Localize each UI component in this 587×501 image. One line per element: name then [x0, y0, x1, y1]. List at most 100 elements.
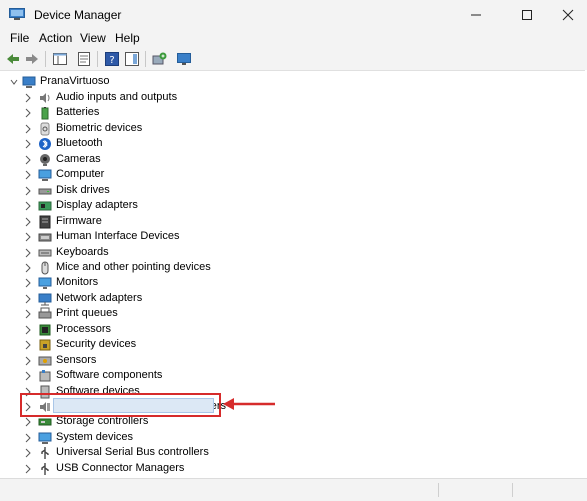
- chevron-right-icon[interactable]: [24, 294, 32, 304]
- tree-item-row[interactable]: Sensors: [0, 353, 585, 369]
- tree-item-row[interactable]: Firmware: [0, 214, 585, 230]
- tree-item-row[interactable]: Mice and other pointing devices: [0, 260, 585, 276]
- menu-action[interactable]: Action: [39, 31, 72, 45]
- tree-item-label: Processors: [56, 322, 112, 335]
- menu-file[interactable]: File: [10, 31, 29, 45]
- chevron-right-icon[interactable]: [24, 448, 32, 458]
- forward-arrow-icon[interactable]: [24, 51, 40, 67]
- tree-item-row[interactable]: Network adapters: [0, 291, 585, 307]
- chevron-down-icon[interactable]: [9, 77, 19, 87]
- tree-item-row[interactable]: Display adapters: [0, 198, 585, 214]
- device-tree: PranaVirtuoso Audio inputs and outputs Ba…: [0, 70, 585, 479]
- tree-item-label: Print queues: [56, 307, 118, 320]
- chevron-right-icon[interactable]: [24, 186, 32, 196]
- minimize-button[interactable]: [454, 0, 498, 30]
- chevron-right-icon[interactable]: [24, 170, 32, 180]
- monitor-icon: [38, 277, 52, 290]
- tree-item-row[interactable]: Human Interface Devices: [0, 229, 585, 245]
- chevron-right-icon[interactable]: [24, 248, 32, 258]
- svg-text:?: ?: [109, 55, 114, 66]
- action-pane-icon[interactable]: [124, 51, 140, 67]
- chevron-right-icon[interactable]: [24, 325, 32, 335]
- tree-item-label: Bluetooth: [56, 137, 103, 150]
- menu-help[interactable]: Help: [115, 31, 140, 45]
- device-manager-app-icon: [9, 8, 25, 20]
- chevron-right-icon[interactable]: [24, 371, 32, 381]
- usb-icon: [41, 447, 49, 460]
- tree-item-row[interactable]: Disk drives: [0, 183, 585, 199]
- computer-icon: [38, 169, 52, 182]
- speaker-icon: [40, 93, 50, 103]
- tree-root-row[interactable]: PranaVirtuoso: [0, 74, 585, 90]
- menu-view[interactable]: View: [80, 31, 106, 45]
- tree-item-row[interactable]: USB Connector Managers: [0, 461, 585, 477]
- monitor-toolbar-icon[interactable]: [176, 51, 192, 67]
- tree-item-row[interactable]: System devices: [0, 430, 585, 446]
- maximize-button[interactable]: [505, 0, 549, 30]
- tree-item-label: Security devices: [56, 338, 137, 351]
- disk-drive-icon: [38, 188, 52, 195]
- chevron-right-icon[interactable]: [24, 201, 32, 211]
- chevron-right-icon[interactable]: [24, 217, 32, 227]
- chevron-right-icon[interactable]: [24, 433, 32, 443]
- tree-item-row[interactable]: Bluetooth: [0, 136, 585, 152]
- tree-item-label: USB Connector Managers: [56, 461, 185, 474]
- close-icon: [562, 9, 573, 21]
- window-title: Device Manager: [34, 8, 122, 22]
- chevron-right-icon[interactable]: [24, 93, 32, 103]
- tree-root-label: PranaVirtuoso: [40, 75, 110, 87]
- toolbar-separator: [145, 51, 146, 67]
- help-icon[interactable]: ?: [104, 51, 120, 67]
- toolbar: ?: [0, 48, 587, 70]
- tree-item-label: Software components: [56, 369, 163, 382]
- chevron-right-icon[interactable]: [24, 278, 32, 288]
- minimize-icon: [471, 14, 481, 16]
- tree-item-row[interactable]: Biometric devices: [0, 121, 585, 137]
- tree-item-row[interactable]: Software components: [0, 368, 585, 384]
- network-adapter-icon: [38, 293, 52, 306]
- firmware-icon: [39, 215, 51, 229]
- security-device-icon: [39, 339, 51, 351]
- chevron-right-icon[interactable]: [24, 108, 32, 118]
- tree-item-label: Display adapters: [56, 199, 138, 212]
- tree-item-row[interactable]: Cameras: [0, 152, 585, 168]
- mouse-icon: [41, 261, 49, 275]
- chevron-right-icon[interactable]: [24, 155, 32, 165]
- red-arrow-annotation-icon: [223, 398, 275, 410]
- close-button[interactable]: [548, 0, 587, 30]
- chevron-right-icon[interactable]: [24, 417, 32, 427]
- show-hide-console-tree-icon[interactable]: [52, 51, 68, 67]
- tree-item-row[interactable]: Processors: [0, 322, 585, 338]
- menu-bar: File Action View Help: [0, 30, 587, 48]
- tree-item-row[interactable]: Keyboards: [0, 245, 585, 261]
- chevron-right-icon[interactable]: [24, 232, 32, 242]
- chevron-right-icon[interactable]: [24, 464, 32, 474]
- tree-item-row[interactable]: Universal Serial Bus controllers: [0, 445, 585, 461]
- sensor-icon: [38, 356, 52, 366]
- chevron-right-icon[interactable]: [24, 124, 32, 134]
- tree-item-label: Storage controllers: [56, 415, 149, 428]
- chevron-right-icon[interactable]: [24, 263, 32, 273]
- back-arrow-icon[interactable]: [5, 51, 21, 67]
- title-bar[interactable]: Device Manager: [0, 0, 587, 30]
- tree-item-row[interactable]: Security devices: [0, 337, 585, 353]
- fingerprint-icon: [40, 122, 50, 136]
- chevron-right-icon[interactable]: [24, 340, 32, 350]
- tree-item-row[interactable]: Computer: [0, 167, 585, 183]
- properties-icon[interactable]: [76, 51, 92, 67]
- tree-item-label: Firmware: [56, 214, 102, 227]
- chevron-right-icon[interactable]: [24, 309, 32, 319]
- storage-controller-icon: [38, 418, 52, 426]
- scan-hardware-icon[interactable]: [151, 51, 167, 67]
- tree-item-row[interactable]: Audio inputs and outputs: [0, 90, 585, 106]
- tree-item-label: Universal Serial Bus controllers: [56, 446, 209, 459]
- chevron-right-icon[interactable]: [24, 356, 32, 366]
- tree-item-label: Mice and other pointing devices: [56, 260, 211, 273]
- status-divider: [512, 483, 513, 497]
- tree-item-row[interactable]: Print queues: [0, 306, 585, 322]
- tree-item-label: Sensors: [56, 353, 97, 366]
- processor-icon: [39, 324, 51, 336]
- chevron-right-icon[interactable]: [24, 139, 32, 149]
- tree-item-row[interactable]: Batteries: [0, 105, 585, 121]
- tree-item-row[interactable]: Monitors: [0, 275, 585, 291]
